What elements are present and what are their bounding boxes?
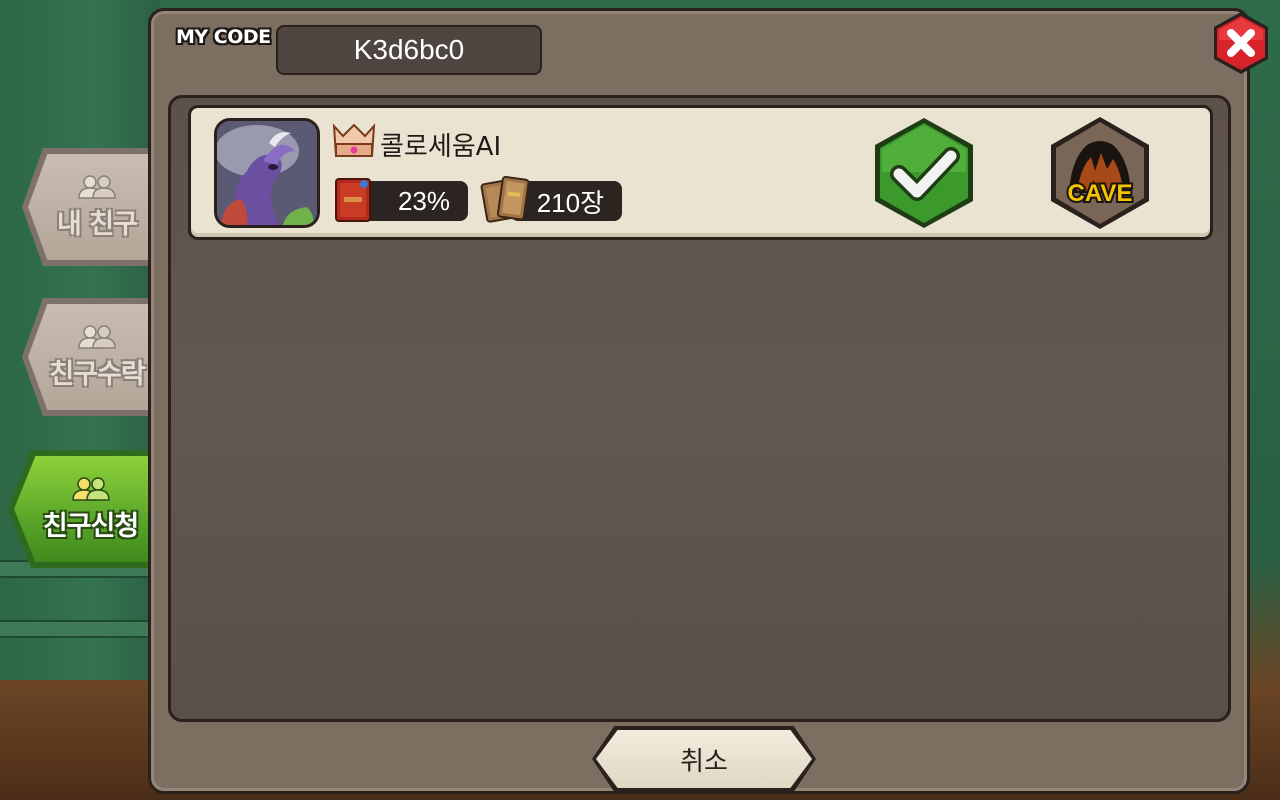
tab-label: 내 친구 [57,208,138,240]
crown-icon [332,123,376,157]
background-rail [0,620,160,638]
collection-progress: 23% [362,181,468,221]
people-icon [71,476,110,501]
cave-button[interactable]: CAVE [1047,115,1153,231]
avatar[interactable] [214,118,320,228]
my-code-label: MY CODE [176,26,271,48]
dragon-avatar-image [217,121,317,225]
cave-label: CAVE [1068,180,1133,207]
my-code-field[interactable]: K3d6bc0 [276,25,542,75]
cancel-label: 취소 [680,746,728,777]
cards-icon [480,175,530,223]
book-icon [335,178,371,222]
tab-label: 친구수락 [49,358,145,390]
people-icon [78,174,116,199]
tab-label: 친구신청 [42,510,139,542]
accept-button[interactable] [871,116,977,230]
people-icon [78,324,116,349]
friend-name: 콜로세움AI [380,132,502,162]
card-count-value: 210장 [536,187,604,218]
cancel-button[interactable]: 취소 [592,726,816,792]
my-code-value: K3d6bc0 [353,34,465,65]
close-button[interactable] [1210,10,1272,76]
collection-progress-value: 23% [397,185,450,216]
